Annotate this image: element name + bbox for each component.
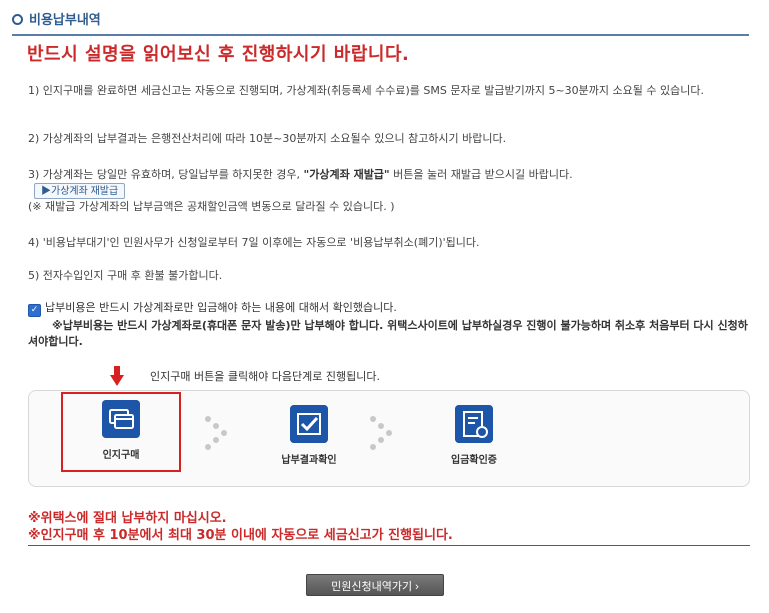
note-3-emphasis: "가상계좌 재발급"	[303, 168, 390, 181]
note-3-sub: (※ 재발급 가상계좌의 납부금액은 공채할인금액 변동으로 달라질 수 있습니…	[28, 200, 395, 213]
notice-headline: 반드시 설명을 읽어보신 후 진행하시기 바랍니다.	[27, 44, 410, 65]
steps-panel: 인지구매 납부결과확인 입금확인증	[28, 390, 750, 487]
receipt-icon	[455, 405, 493, 443]
confirm-label: 납부비용은 반드시 가상계좌로만 입금해야 하는 내용에 대해서 확인했습니다.	[45, 301, 397, 314]
step-deposit-certificate[interactable]: 입금확인증	[414, 399, 534, 479]
step-payment-result[interactable]: 납부결과확인	[249, 399, 369, 479]
note-5: 5) 전자수입인지 구매 후 환불 불가합니다.	[28, 269, 223, 282]
check-document-icon	[290, 405, 328, 443]
progress-dots-icon	[370, 416, 392, 450]
go-to-application-history-button[interactable]: 민원신청내역가기 ›	[306, 574, 444, 596]
section-title: 비용납부내역	[29, 13, 101, 28]
reissue-virtual-account-button[interactable]: ▶가상계좌 재발급	[34, 183, 126, 199]
progress-dots-icon	[205, 416, 227, 450]
note-3-text-end: 버튼을 눌러 재발급 받으시길 바랍니다.	[389, 168, 573, 181]
confirm-checkbox[interactable]: ✓	[28, 304, 41, 317]
step-label: 입금확인증	[451, 455, 497, 466]
step-stamp-purchase[interactable]: 인지구매	[61, 392, 181, 472]
warning-line-2: ※인지구매 후 10분에서 최대 30분 이내에 자동으로 세금신고가 진행됩니…	[28, 528, 453, 543]
note-2: 2) 가상계좌의 납부결과는 은행전산처리에 따라 10분~30분까지 소요될수…	[28, 132, 507, 145]
note-3-text: 3) 가상계좌는 당일만 유효하며, 당일납부를 하지못한 경우,	[28, 168, 304, 181]
arrow-down-icon	[110, 366, 124, 386]
confirm-warning: ※납부비용는 반드시 가상계좌로(휴대폰 문자 발송)만 납부해야 합니다. 위…	[28, 319, 748, 348]
note-1: 1) 인지구매를 완료하면 세금신고는 자동으로 진행되며, 가상계좌(취등록세…	[28, 84, 704, 97]
guide-text: 인지구매 버튼을 클릭해야 다음단계로 진행됩니다.	[150, 370, 381, 383]
card-icon	[102, 400, 140, 438]
note-4: 4) '비용납부대기'인 민원사무가 신청일로부터 7일 이후에는 자동으로 '…	[28, 236, 480, 249]
note-3: 3) 가상계좌는 당일만 유효하며, 당일납부를 하지못한 경우, "가상계좌 …	[28, 167, 744, 183]
circle-bullet-icon	[12, 14, 23, 25]
step-label: 납부결과확인	[281, 455, 337, 466]
confirm-row: ✓ 납부비용은 반드시 가상계좌로만 입금해야 하는 내용에 대해서 확인했습니다…	[28, 300, 748, 317]
divider	[28, 545, 750, 546]
step-label: 인지구매	[102, 450, 140, 461]
section-header: 비용납부내역	[12, 6, 749, 36]
